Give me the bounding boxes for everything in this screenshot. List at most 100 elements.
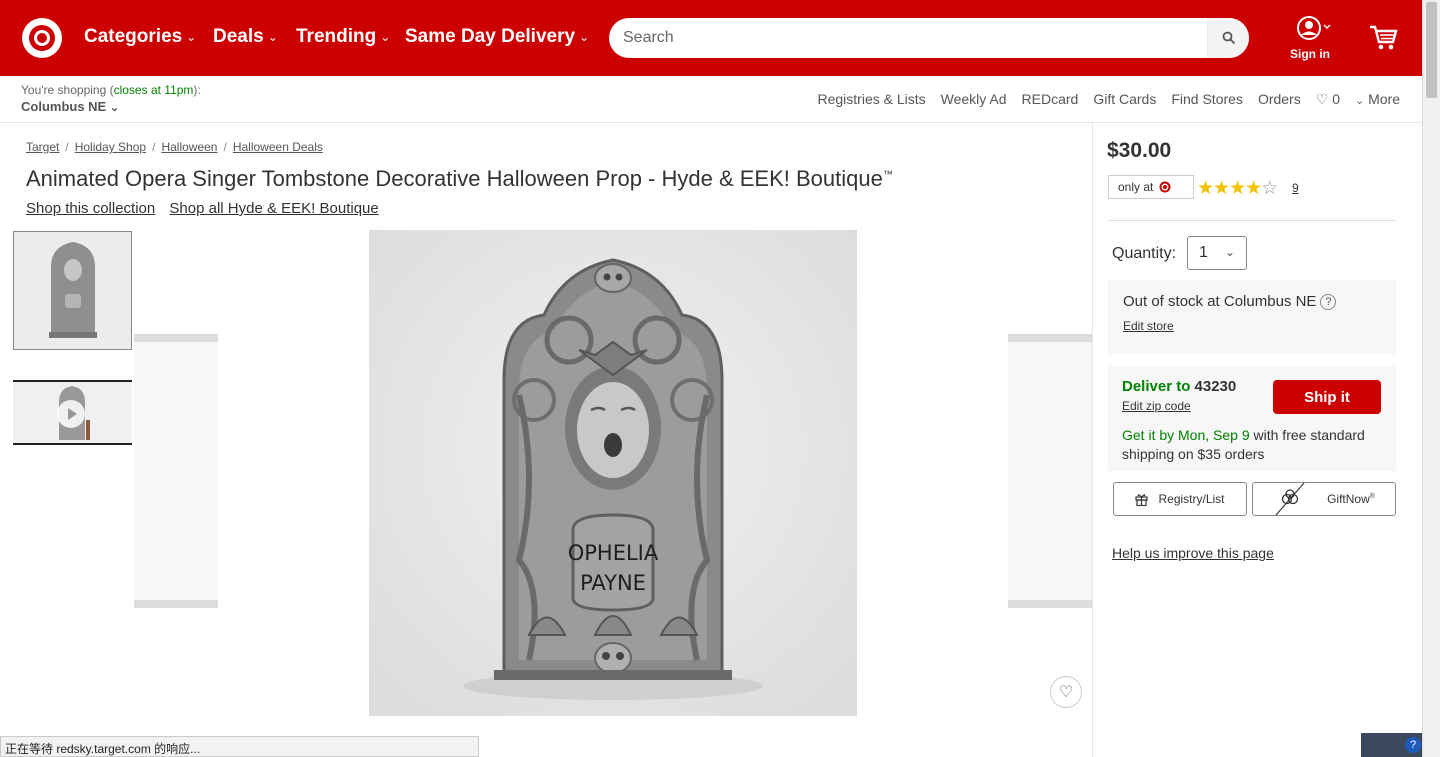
- nav-trending-label: Trending: [296, 26, 377, 47]
- help-icon[interactable]: ?: [1320, 294, 1337, 310]
- browser-status-bar: 正在等待 redsky.target.com 的响应...: [0, 736, 479, 757]
- favorite-button[interactable]: ♡: [1050, 676, 1082, 708]
- signin-button[interactable]: Sign in: [1288, 16, 1332, 61]
- shopping-prefix: You're shopping (: [21, 83, 114, 97]
- favorites-count: 0: [1332, 91, 1340, 107]
- star-full-icon: ★: [1245, 178, 1262, 199]
- shopping-at-text: You're shopping (closes at 11pm):: [21, 83, 201, 97]
- deliver-label: Deliver to: [1122, 378, 1191, 395]
- link-find-stores[interactable]: Find Stores: [1171, 91, 1243, 108]
- registry-list-label: Registry/List: [1158, 492, 1225, 506]
- tombstone-name-line-1: OPHELIA: [568, 541, 659, 565]
- search-button[interactable]: [1207, 18, 1249, 58]
- store-stock-box: Out of stock at Columbus NE? Edit store: [1108, 280, 1396, 354]
- registry-list-button[interactable]: Registry/List: [1113, 482, 1247, 516]
- nav-same-day-delivery[interactable]: Same Day Delivery ⌄: [405, 26, 589, 48]
- help-improve-link[interactable]: Help us improve this page: [1112, 545, 1274, 561]
- star-empty-icon: ☆: [1261, 178, 1278, 199]
- edit-store-link[interactable]: Edit store: [1123, 319, 1174, 333]
- play-icon: [57, 400, 85, 428]
- product-title-text: Animated Opera Singer Tombstone Decorati…: [26, 166, 883, 191]
- page: Categories ⌄ Deals ⌄ Trending ⌄ Same Day De…: [0, 0, 1440, 757]
- chevron-down-icon: ⌄: [1354, 95, 1365, 107]
- main-product-image[interactable]: OPHELIA PAYNE: [369, 230, 857, 716]
- link-redcard[interactable]: REDcard: [1022, 91, 1079, 108]
- product-price: $30.00: [1107, 139, 1172, 162]
- help-icon[interactable]: ?: [1405, 737, 1421, 753]
- shop-brand-link[interactable]: Shop all Hyde & EEK! Boutique: [169, 200, 378, 217]
- account-icon: [1297, 16, 1331, 40]
- star-full-icon: ★: [1213, 178, 1230, 199]
- breadcrumb: Target / Holiday Shop / Halloween / Halloween …: [26, 140, 323, 154]
- tombstone-name-line-2: PAYNE: [580, 571, 646, 595]
- heart-icon: ♡: [1315, 91, 1329, 107]
- sub-header: You're shopping (closes at 11pm): Columb…: [0, 76, 1422, 123]
- nav-categories-label: Categories: [84, 26, 183, 47]
- deliver-to: Deliver to 43230: [1122, 378, 1236, 395]
- star-full-icon: ★: [1229, 178, 1246, 199]
- chevron-down-icon: ⌄: [380, 30, 391, 44]
- link-registries-lists[interactable]: Registries & Lists: [817, 91, 925, 108]
- link-orders[interactable]: Orders: [1258, 91, 1301, 108]
- more-menu[interactable]: ⌄ More: [1355, 91, 1400, 108]
- breadcrumb-target[interactable]: Target: [26, 140, 59, 154]
- quantity-label: Quantity:: [1112, 245, 1177, 262]
- store-hours: closes at 11pm: [113, 83, 194, 97]
- gift-icon: [1135, 493, 1149, 506]
- link-weekly-ad[interactable]: Weekly Ad: [941, 91, 1007, 108]
- breadcrumb-holiday-shop[interactable]: Holiday Shop: [75, 140, 146, 154]
- page-scrollbar[interactable]: [1422, 0, 1440, 757]
- chevron-down-icon: ⌄: [109, 102, 120, 114]
- favorites-link[interactable]: ♡ 0: [1316, 91, 1340, 108]
- only-at-label: only at: [1118, 180, 1154, 194]
- review-count-link[interactable]: 9: [1292, 181, 1299, 195]
- target-bullseye-icon: [1159, 181, 1171, 193]
- cart-button[interactable]: [1368, 24, 1398, 57]
- divider: [1108, 220, 1396, 221]
- tombstone-image: OPHELIA PAYNE: [369, 230, 857, 716]
- breadcrumb-halloween-deals[interactable]: Halloween Deals: [233, 140, 323, 154]
- utility-links: Registries & Lists Weekly Ad REDcard Gif…: [817, 91, 1400, 108]
- tombstone-thumbnail-image: [14, 232, 131, 349]
- more-label: More: [1368, 91, 1400, 107]
- giftnow-label: GiftNow®: [1327, 492, 1375, 506]
- nav-categories[interactable]: Categories ⌄: [84, 26, 196, 48]
- chevron-down-icon: ⌄: [579, 30, 590, 44]
- quantity-value: 1: [1199, 244, 1208, 261]
- breadcrumb-halloween[interactable]: Halloween: [161, 140, 217, 154]
- thumbnail-image-1[interactable]: [13, 231, 132, 350]
- search-input[interactable]: [623, 27, 1203, 49]
- search-icon: [1222, 31, 1235, 45]
- link-gift-cards[interactable]: Gift Cards: [1093, 91, 1156, 108]
- nav-same-day-delivery-label: Same Day Delivery: [405, 26, 576, 47]
- cart-icon: [1370, 25, 1398, 50]
- rating-stars[interactable]: ★★★★☆: [1197, 177, 1278, 200]
- carousel-previous-panel[interactable]: [134, 334, 218, 608]
- scrollbar-thumb[interactable]: [1426, 2, 1437, 98]
- shopping-suffix: ):: [193, 83, 201, 97]
- giftnow-button[interactable]: GiftNow®: [1252, 482, 1396, 516]
- giftnow-icon: [1275, 482, 1305, 516]
- quantity-select[interactable]: 1 ⌄: [1187, 236, 1247, 270]
- product-title: Animated Opera Singer Tombstone Decorati…: [26, 166, 893, 192]
- trademark-mark: ™: [882, 169, 893, 181]
- giftnow-text: GiftNow: [1327, 492, 1370, 506]
- store-selector[interactable]: Columbus NE ⌄: [21, 99, 119, 114]
- delivery-estimate: Get it by Mon, Sep 9 with free standard …: [1122, 426, 1387, 464]
- nav-trending[interactable]: Trending ⌄: [296, 26, 390, 48]
- chevron-down-icon: ⌄: [1224, 245, 1235, 259]
- column-divider: [1092, 123, 1093, 757]
- target-logo-icon[interactable]: [22, 18, 62, 58]
- shop-collection-link[interactable]: Shop this collection: [26, 200, 155, 217]
- nav-deals[interactable]: Deals ⌄: [213, 26, 278, 48]
- ship-it-button[interactable]: Ship it: [1273, 380, 1381, 414]
- carousel-next-panel[interactable]: [1008, 334, 1092, 608]
- delivery-date: Get it by Mon, Sep 9: [1122, 427, 1250, 443]
- edit-zip-link[interactable]: Edit zip code: [1122, 399, 1191, 413]
- chevron-down-icon: ⌄: [267, 30, 278, 44]
- heart-icon: ♡: [1058, 684, 1074, 701]
- thumbnail-video[interactable]: [13, 380, 132, 445]
- top-header: Categories ⌄ Deals ⌄ Trending ⌄ Same Day De…: [0, 0, 1422, 76]
- star-full-icon: ★: [1197, 178, 1214, 199]
- search-bar: [609, 18, 1249, 58]
